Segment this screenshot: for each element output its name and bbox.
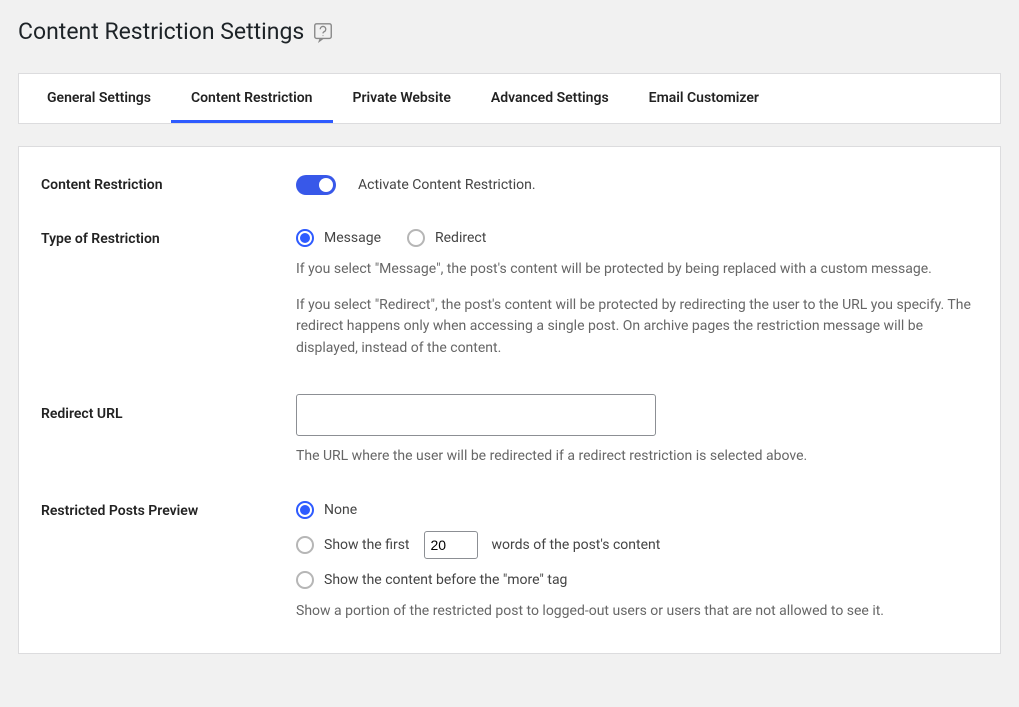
radio-preview-more-tag[interactable] [296, 571, 314, 589]
radio-restriction-redirect-label: Redirect [435, 230, 486, 246]
radio-preview-first-post: words of the post's content [492, 537, 661, 553]
radio-preview-none-label: None [324, 502, 357, 518]
toggle-activate-content-restriction[interactable] [296, 175, 336, 195]
label-content-restriction: Content Restriction [41, 175, 296, 193]
help-icon[interactable] [312, 21, 334, 43]
radio-preview-first-pre: Show the first [324, 537, 410, 553]
tab-content-restriction[interactable]: Content Restriction [171, 74, 333, 123]
tab-email-customizer[interactable]: Email Customizer [629, 74, 779, 123]
desc-redirect-url: The URL where the user will be redirecte… [296, 446, 978, 468]
desc-restriction-redirect: If you select "Redirect", the post's con… [296, 295, 978, 360]
field-type-of-restriction: Type of Restriction Message Redirect If … [41, 229, 978, 360]
toggle-activate-label: Activate Content Restriction. [358, 177, 536, 193]
tab-general-settings[interactable]: General Settings [27, 74, 171, 123]
field-restricted-posts-preview: Restricted Posts Preview None Show the f… [41, 501, 978, 623]
radio-restriction-message[interactable] [296, 229, 314, 247]
label-restricted-posts-preview: Restricted Posts Preview [41, 501, 296, 519]
tab-advanced-settings[interactable]: Advanced Settings [471, 74, 629, 123]
tabs: General Settings Content Restriction Pri… [19, 74, 1000, 123]
radio-preview-more-label: Show the content before the "more" tag [324, 572, 567, 588]
input-preview-word-count[interactable] [424, 531, 478, 559]
radio-restriction-message-label: Message [324, 230, 381, 246]
radio-restriction-redirect[interactable] [407, 229, 425, 247]
radio-preview-first-words[interactable] [296, 536, 314, 554]
label-redirect-url: Redirect URL [41, 394, 296, 422]
field-redirect-url: Redirect URL The URL where the user will… [41, 394, 978, 468]
field-content-restriction: Content Restriction Activate Content Res… [41, 175, 978, 195]
radio-preview-none[interactable] [296, 501, 314, 519]
page-title-text: Content Restriction Settings [18, 18, 304, 45]
page-title: Content Restriction Settings [18, 18, 1001, 45]
input-redirect-url[interactable] [296, 394, 656, 436]
settings-panel: Content Restriction Activate Content Res… [18, 146, 1001, 654]
desc-preview: Show a portion of the restricted post to… [296, 601, 978, 623]
label-type-of-restriction: Type of Restriction [41, 229, 296, 247]
tabs-panel: General Settings Content Restriction Pri… [18, 73, 1001, 124]
tab-private-website[interactable]: Private Website [333, 74, 471, 123]
desc-restriction-message: If you select "Message", the post's cont… [296, 259, 978, 281]
